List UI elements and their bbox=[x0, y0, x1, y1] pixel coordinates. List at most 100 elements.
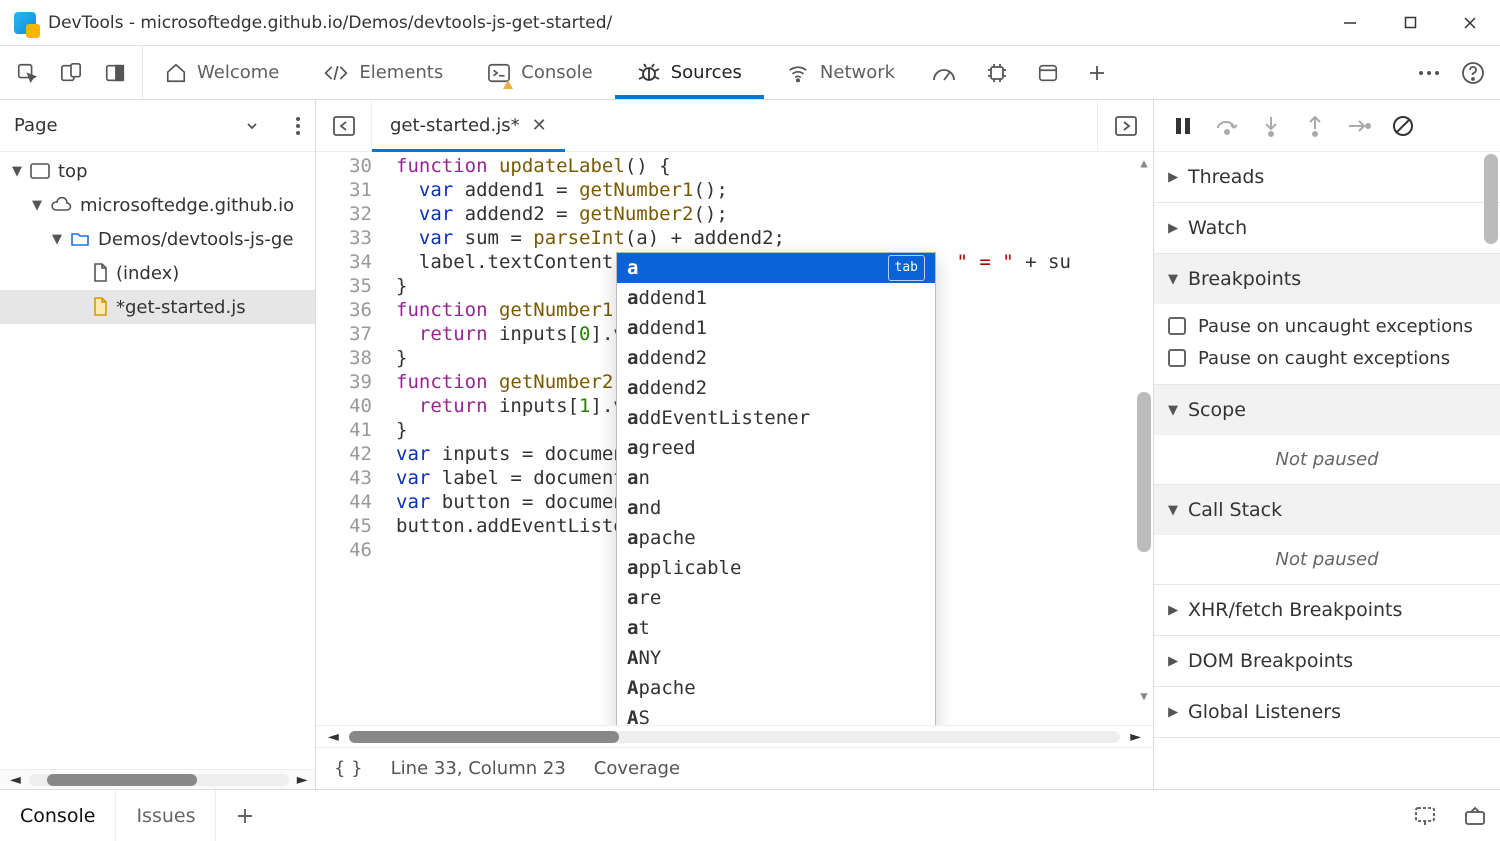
drawer-issues-icon[interactable] bbox=[1400, 790, 1450, 841]
tree-file-index[interactable]: (index) bbox=[0, 256, 315, 290]
autocomplete-item[interactable]: addEventListener bbox=[617, 403, 935, 433]
window-minimize-button[interactable] bbox=[1320, 0, 1380, 46]
chevron-down-icon[interactable] bbox=[245, 119, 259, 133]
autocomplete-item[interactable]: agreed bbox=[617, 433, 935, 463]
autocomplete-item[interactable]: AS bbox=[617, 703, 935, 725]
step-into-button[interactable] bbox=[1258, 113, 1284, 139]
tree-node-top[interactable]: ▼ top bbox=[0, 154, 315, 188]
panel-threads[interactable]: ▼Threads bbox=[1154, 152, 1500, 203]
pause-caught-checkbox[interactable]: Pause on caught exceptions bbox=[1168, 342, 1486, 374]
autocomplete-item[interactable]: addend1 bbox=[617, 283, 935, 313]
tab-welcome[interactable]: Welcome bbox=[143, 46, 301, 99]
autocomplete-item[interactable]: addend2 bbox=[617, 343, 935, 373]
deactivate-breakpoints-button[interactable] bbox=[1390, 113, 1416, 139]
tab-network[interactable]: Network bbox=[764, 46, 917, 99]
panel-watch[interactable]: ▼Watch bbox=[1154, 203, 1500, 254]
checkbox-icon bbox=[1168, 317, 1186, 335]
scope-message: Not paused bbox=[1154, 435, 1500, 484]
editor-vscrollbar[interactable]: ▲ ▼ bbox=[1137, 154, 1151, 705]
scroll-left-icon[interactable]: ◄ bbox=[328, 729, 339, 745]
tab-console[interactable]: Console bbox=[465, 46, 614, 99]
window-close-button[interactable] bbox=[1440, 0, 1500, 46]
editor-hscrollbar[interactable]: ◄ ► bbox=[316, 725, 1153, 747]
autocomplete-item[interactable]: an bbox=[617, 463, 935, 493]
drawer-tab-console[interactable]: Console bbox=[0, 790, 116, 841]
pause-button[interactable] bbox=[1170, 113, 1196, 139]
more-options-icon[interactable] bbox=[295, 116, 301, 136]
tab-label: Welcome bbox=[197, 62, 279, 83]
tab-performance[interactable] bbox=[917, 46, 971, 99]
cursor-position: Line 33, Column 23 bbox=[391, 758, 566, 779]
toggle-debugger-button[interactable] bbox=[1097, 100, 1153, 151]
scroll-up-icon[interactable]: ▲ bbox=[1137, 154, 1151, 172]
autocomplete-item[interactable]: ANY bbox=[617, 643, 935, 673]
tree-file-getstarted[interactable]: *get-started.js bbox=[0, 290, 315, 324]
tab-application[interactable] bbox=[1023, 46, 1073, 99]
source-editor-panel: get-started.js* ✕ 3031323334353637383940… bbox=[316, 100, 1154, 789]
autocomplete-item[interactable]: atab bbox=[617, 253, 935, 283]
tab-memory[interactable] bbox=[971, 46, 1023, 99]
panel-dom-breakpoints[interactable]: ▼DOM Breakpoints bbox=[1154, 636, 1500, 687]
tab-label: Network bbox=[820, 62, 895, 83]
cloud-icon bbox=[50, 197, 72, 213]
autocomplete-item[interactable]: apache bbox=[617, 523, 935, 553]
devtools-app-icon bbox=[14, 12, 36, 34]
warning-indicator-icon bbox=[503, 80, 513, 89]
frame-icon bbox=[30, 163, 50, 179]
debugger-vscrollbar[interactable] bbox=[1484, 154, 1498, 789]
step-out-button[interactable] bbox=[1302, 113, 1328, 139]
close-icon[interactable]: ✕ bbox=[532, 115, 547, 136]
file-tab-label: get-started.js* bbox=[390, 115, 520, 136]
autocomplete-item[interactable]: at bbox=[617, 613, 935, 643]
scroll-right-icon[interactable]: ► bbox=[297, 772, 308, 788]
step-over-button[interactable] bbox=[1214, 113, 1240, 139]
tab-label: Elements bbox=[359, 62, 443, 83]
gauge-icon bbox=[931, 62, 957, 84]
step-button[interactable] bbox=[1346, 113, 1372, 139]
navigator-mode-label[interactable]: Page bbox=[14, 115, 237, 136]
autocomplete-item[interactable]: addend2 bbox=[617, 373, 935, 403]
file-tree: ▼ top ▼ microsoftedge.github.io ▼ Demos/… bbox=[0, 152, 315, 769]
more-tabs-button[interactable] bbox=[1073, 46, 1121, 99]
tab-elements[interactable]: Elements bbox=[301, 46, 465, 99]
braces-icon[interactable]: { } bbox=[334, 758, 363, 779]
help-button[interactable] bbox=[1456, 56, 1490, 90]
tree-node-origin[interactable]: ▼ microsoftedge.github.io bbox=[0, 188, 315, 222]
panel-global-listeners[interactable]: ▼Global Listeners bbox=[1154, 687, 1500, 738]
scroll-down-icon[interactable]: ▼ bbox=[1137, 687, 1151, 705]
device-emulation-icon[interactable] bbox=[54, 56, 88, 90]
line-gutter: 3031323334353637383940414243444546 bbox=[316, 152, 386, 725]
drawer-expand-icon[interactable] bbox=[1450, 790, 1500, 841]
drawer-add-tab[interactable] bbox=[216, 790, 274, 841]
window-maximize-button[interactable] bbox=[1380, 0, 1440, 46]
autocomplete-item[interactable]: applicable bbox=[617, 553, 935, 583]
scroll-left-icon[interactable]: ◄ bbox=[10, 772, 21, 788]
drawer-tab-issues[interactable]: Issues bbox=[116, 790, 216, 841]
autocomplete-item[interactable]: addend1 bbox=[617, 313, 935, 343]
code-editor[interactable]: 3031323334353637383940414243444546 funct… bbox=[316, 152, 1153, 725]
window-title: DevTools - microsoftedge.github.io/Demos… bbox=[48, 13, 612, 33]
plus-icon bbox=[1087, 63, 1107, 83]
editor-file-tab[interactable]: get-started.js* ✕ bbox=[372, 100, 565, 151]
dock-side-icon[interactable] bbox=[98, 56, 132, 90]
autocomplete-popup[interactable]: atabaddend1addend1addend2addend2addEvent… bbox=[616, 252, 936, 725]
tree-node-folder[interactable]: ▼ Demos/devtools-js-ge bbox=[0, 222, 315, 256]
panel-xhr-breakpoints[interactable]: ▼XHR/fetch Breakpoints bbox=[1154, 585, 1500, 636]
autocomplete-item[interactable]: are bbox=[617, 583, 935, 613]
autocomplete-item[interactable]: and bbox=[617, 493, 935, 523]
sidebar-hscrollbar[interactable]: ◄ ► bbox=[0, 769, 315, 789]
settings-menu-button[interactable] bbox=[1412, 56, 1446, 90]
tab-sources[interactable]: Sources bbox=[615, 46, 764, 99]
toggle-navigator-button[interactable] bbox=[316, 100, 372, 151]
panel-callstack[interactable]: ▼Call Stack Not paused bbox=[1154, 485, 1500, 585]
document-icon bbox=[92, 297, 108, 317]
code-icon bbox=[323, 62, 349, 84]
editor-statusbar: { } Line 33, Column 23 Coverage bbox=[316, 747, 1153, 789]
panel-scope[interactable]: ▼Scope Not paused bbox=[1154, 385, 1500, 485]
scroll-right-icon[interactable]: ► bbox=[1130, 729, 1141, 745]
inspect-element-icon[interactable] bbox=[10, 56, 44, 90]
autocomplete-item[interactable]: Apache bbox=[617, 673, 935, 703]
coverage-label[interactable]: Coverage bbox=[594, 758, 680, 779]
pause-uncaught-checkbox[interactable]: Pause on uncaught exceptions bbox=[1168, 310, 1486, 342]
panel-breakpoints[interactable]: ▼Breakpoints Pause on uncaught exception… bbox=[1154, 254, 1500, 385]
